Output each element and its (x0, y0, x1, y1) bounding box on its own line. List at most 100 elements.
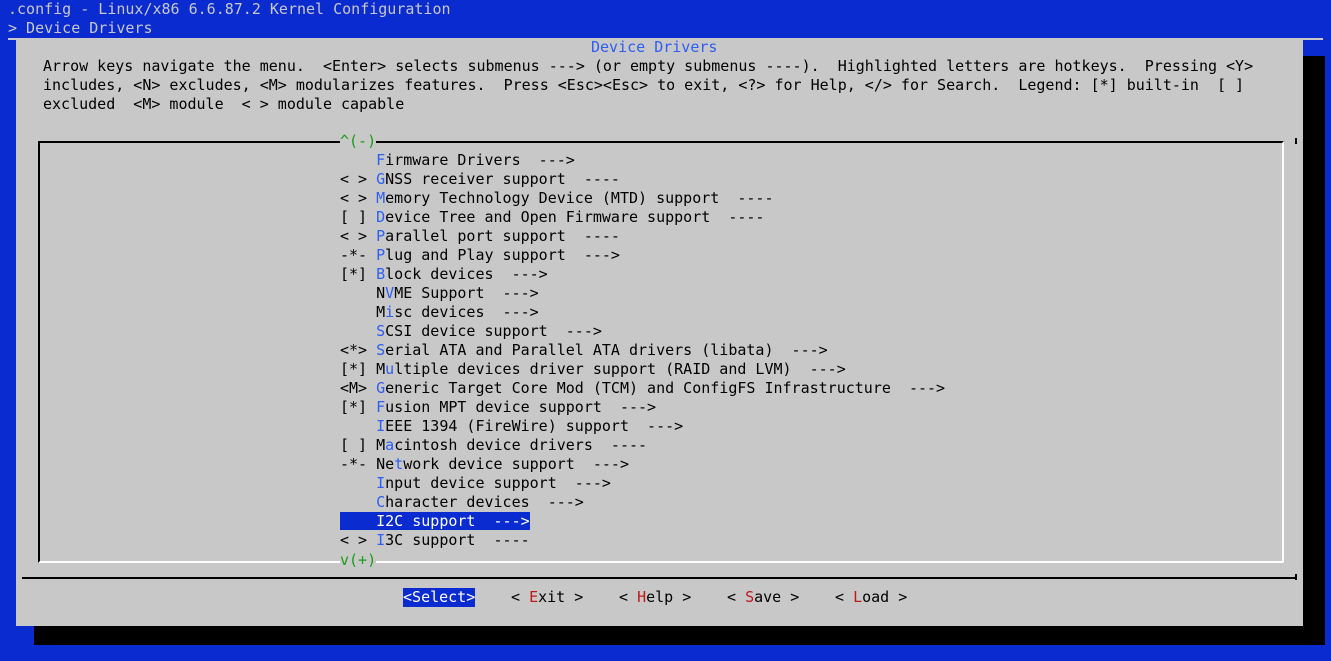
menu-item-label: IEEE 1394 (FireWire) support ---> (376, 417, 684, 435)
menu-item-state[interactable] (340, 284, 376, 302)
menu-item-hotkey: M (376, 189, 386, 207)
menu-item-state[interactable] (340, 303, 376, 321)
menu-item-hotkey: u (385, 360, 395, 378)
menu-item[interactable]: SCSI device support ---> (340, 322, 602, 341)
menu-item[interactable]: Firmware Drivers ---> (340, 151, 575, 170)
menu-item-hotkey: I (376, 417, 386, 435)
menu-item-hotkey: S (376, 322, 386, 340)
menu-item-label: GNSS receiver support ---- (376, 170, 620, 188)
menu-item[interactable]: Misc devices ---> (340, 303, 539, 322)
menu-item-state[interactable] (340, 417, 376, 435)
exit-button[interactable]: < Exit > (511, 588, 583, 607)
menu-item-state[interactable] (340, 474, 376, 492)
menu-item-state[interactable]: < > (340, 170, 376, 188)
menu-item[interactable]: < > Memory Technology Device (MTD) suppo… (340, 189, 773, 208)
menu-item-hotkey: D (376, 208, 386, 226)
menu-item-label: Generic Target Core Mod (TCM) and Config… (376, 379, 946, 397)
menu-item-hotkey: I (376, 512, 386, 530)
menu-item-hotkey: P (376, 227, 386, 245)
menu-item-hotkey: I (376, 531, 386, 549)
frame-corner (1295, 574, 1297, 580)
menu-item-hotkey: F (376, 398, 386, 416)
menu-item-label: Network device support ---> (376, 455, 629, 473)
menu-item-label: SCSI device support ---> (376, 322, 602, 340)
frame-corner (1295, 138, 1297, 144)
menu-item-label: Parallel port support ---- (376, 227, 620, 245)
menu-item[interactable]: <M> Generic Target Core Mod (TCM) and Co… (340, 379, 945, 398)
menu-item-state[interactable]: <M> (340, 379, 376, 397)
menu-item-state[interactable]: -*- (340, 455, 376, 473)
help-text-line: includes, <N> excludes, <M> modularizes … (43, 76, 1245, 94)
menu-item[interactable]: <*> Serial ATA and Parallel ATA drivers … (340, 341, 828, 360)
menu-item[interactable]: [*] Multiple devices driver support (RAI… (340, 360, 846, 379)
menu-item-hotkey: P (376, 246, 386, 264)
menu-item-state[interactable]: <*> (340, 341, 376, 359)
menu-item[interactable]: [ ] Macintosh device drivers ---- (340, 436, 647, 455)
menu-item-state[interactable]: [*] (340, 398, 376, 416)
select-button[interactable]: <Select> (403, 588, 476, 607)
menu-item-hotkey: t (394, 455, 404, 473)
save-button[interactable]: < Save > (727, 588, 799, 607)
menu-item-label: Plug and Play support ---> (376, 246, 620, 264)
menu-item[interactable]: < > Parallel port support ---- (340, 227, 620, 246)
menu-item-state[interactable] (340, 493, 376, 511)
menu-item-label: Device Tree and Open Firmware support --… (376, 208, 765, 226)
menu-item-label: Multiple devices driver support (RAID an… (376, 360, 846, 378)
menu-item-hotkey: I (376, 474, 386, 492)
menu-item-state[interactable] (340, 322, 376, 340)
menu-item[interactable]: I2C support ---> (340, 512, 530, 531)
menu-item-state[interactable]: [*] (340, 265, 376, 283)
menu-item-hotkey: G (376, 379, 386, 397)
menu-item-label: Fusion MPT device support ---> (376, 398, 657, 416)
window-title: .config - Linux/x86 6.6.87.2 Kernel Conf… (8, 0, 451, 18)
menu-item-hotkey: a (385, 436, 395, 454)
help-button[interactable]: < Help > (619, 588, 691, 607)
menu-item-hotkey: i (385, 303, 395, 321)
menu-item-hotkey: G (376, 170, 386, 188)
menu-item-state[interactable] (340, 512, 377, 530)
menu-item-hotkey: F (376, 151, 386, 169)
menu-item-label: I3C support ---- (376, 531, 530, 549)
scroll-down-indicator[interactable]: v(+) (340, 551, 377, 570)
menu-item-label: Misc devices ---> (376, 303, 539, 321)
menu-item[interactable]: < > I3C support ---- (340, 531, 530, 550)
menu-item-hotkey: V (385, 284, 395, 302)
help-text-line: Arrow keys navigate the menu. <Enter> se… (43, 57, 1254, 75)
menu-item-state[interactable]: < > (340, 227, 376, 245)
scroll-up-indicator: ^(-) (340, 132, 377, 151)
menu-item-state[interactable]: [*] (340, 360, 376, 378)
menu-item-state[interactable]: -*- (340, 246, 376, 264)
menu-item-state[interactable]: < > (340, 189, 376, 207)
menu-item-label: Character devices ---> (376, 493, 584, 511)
menu-item-label: Input device support ---> (376, 474, 611, 492)
menu-item[interactable]: [ ] Device Tree and Open Firmware suppor… (340, 208, 764, 227)
menu-item[interactable]: NVME Support ---> (340, 284, 539, 303)
menu-item-state[interactable]: [ ] (340, 208, 376, 226)
load-button[interactable]: < Load > (835, 588, 907, 607)
menu-item-state[interactable] (340, 151, 376, 169)
menu-item-hotkey: S (376, 341, 386, 359)
menu-item-label: Serial ATA and Parallel ATA drivers (lib… (376, 341, 828, 359)
menu-item-label: Block devices ---> (376, 265, 548, 283)
menu-item[interactable]: [*] Block devices ---> (340, 265, 548, 284)
button-bar-divider (22, 577, 1297, 579)
menu-item[interactable]: < > GNSS receiver support ---- (340, 170, 620, 189)
menu-item-state[interactable]: [ ] (340, 436, 376, 454)
menu-item-hotkey: B (376, 265, 386, 283)
menu-item[interactable]: Input device support ---> (340, 474, 611, 493)
menu-item-label: Macintosh device drivers ---- (376, 436, 648, 454)
help-text-line: excluded <M> module < > module capable (43, 95, 405, 113)
menu-item-label: NVME Support ---> (376, 284, 539, 302)
dialog-title: Device Drivers (583, 38, 726, 57)
menu-item-label: Firmware Drivers ---> (376, 151, 575, 169)
menu-item-label: I2C support ---> (376, 512, 530, 530)
menu-item-label: Memory Technology Device (MTD) support -… (376, 189, 774, 207)
menu-item[interactable]: [*] Fusion MPT device support ---> (340, 398, 656, 417)
menu-item-hotkey: C (376, 493, 386, 511)
breadcrumb: > Device Drivers (8, 19, 153, 37)
menu-item[interactable]: -*- Network device support ---> (340, 455, 629, 474)
menu-item-state[interactable]: < > (340, 531, 376, 549)
menu-item[interactable]: -*- Plug and Play support ---> (340, 246, 620, 265)
menu-item[interactable]: IEEE 1394 (FireWire) support ---> (340, 417, 683, 436)
menu-item[interactable]: Character devices ---> (340, 493, 584, 512)
